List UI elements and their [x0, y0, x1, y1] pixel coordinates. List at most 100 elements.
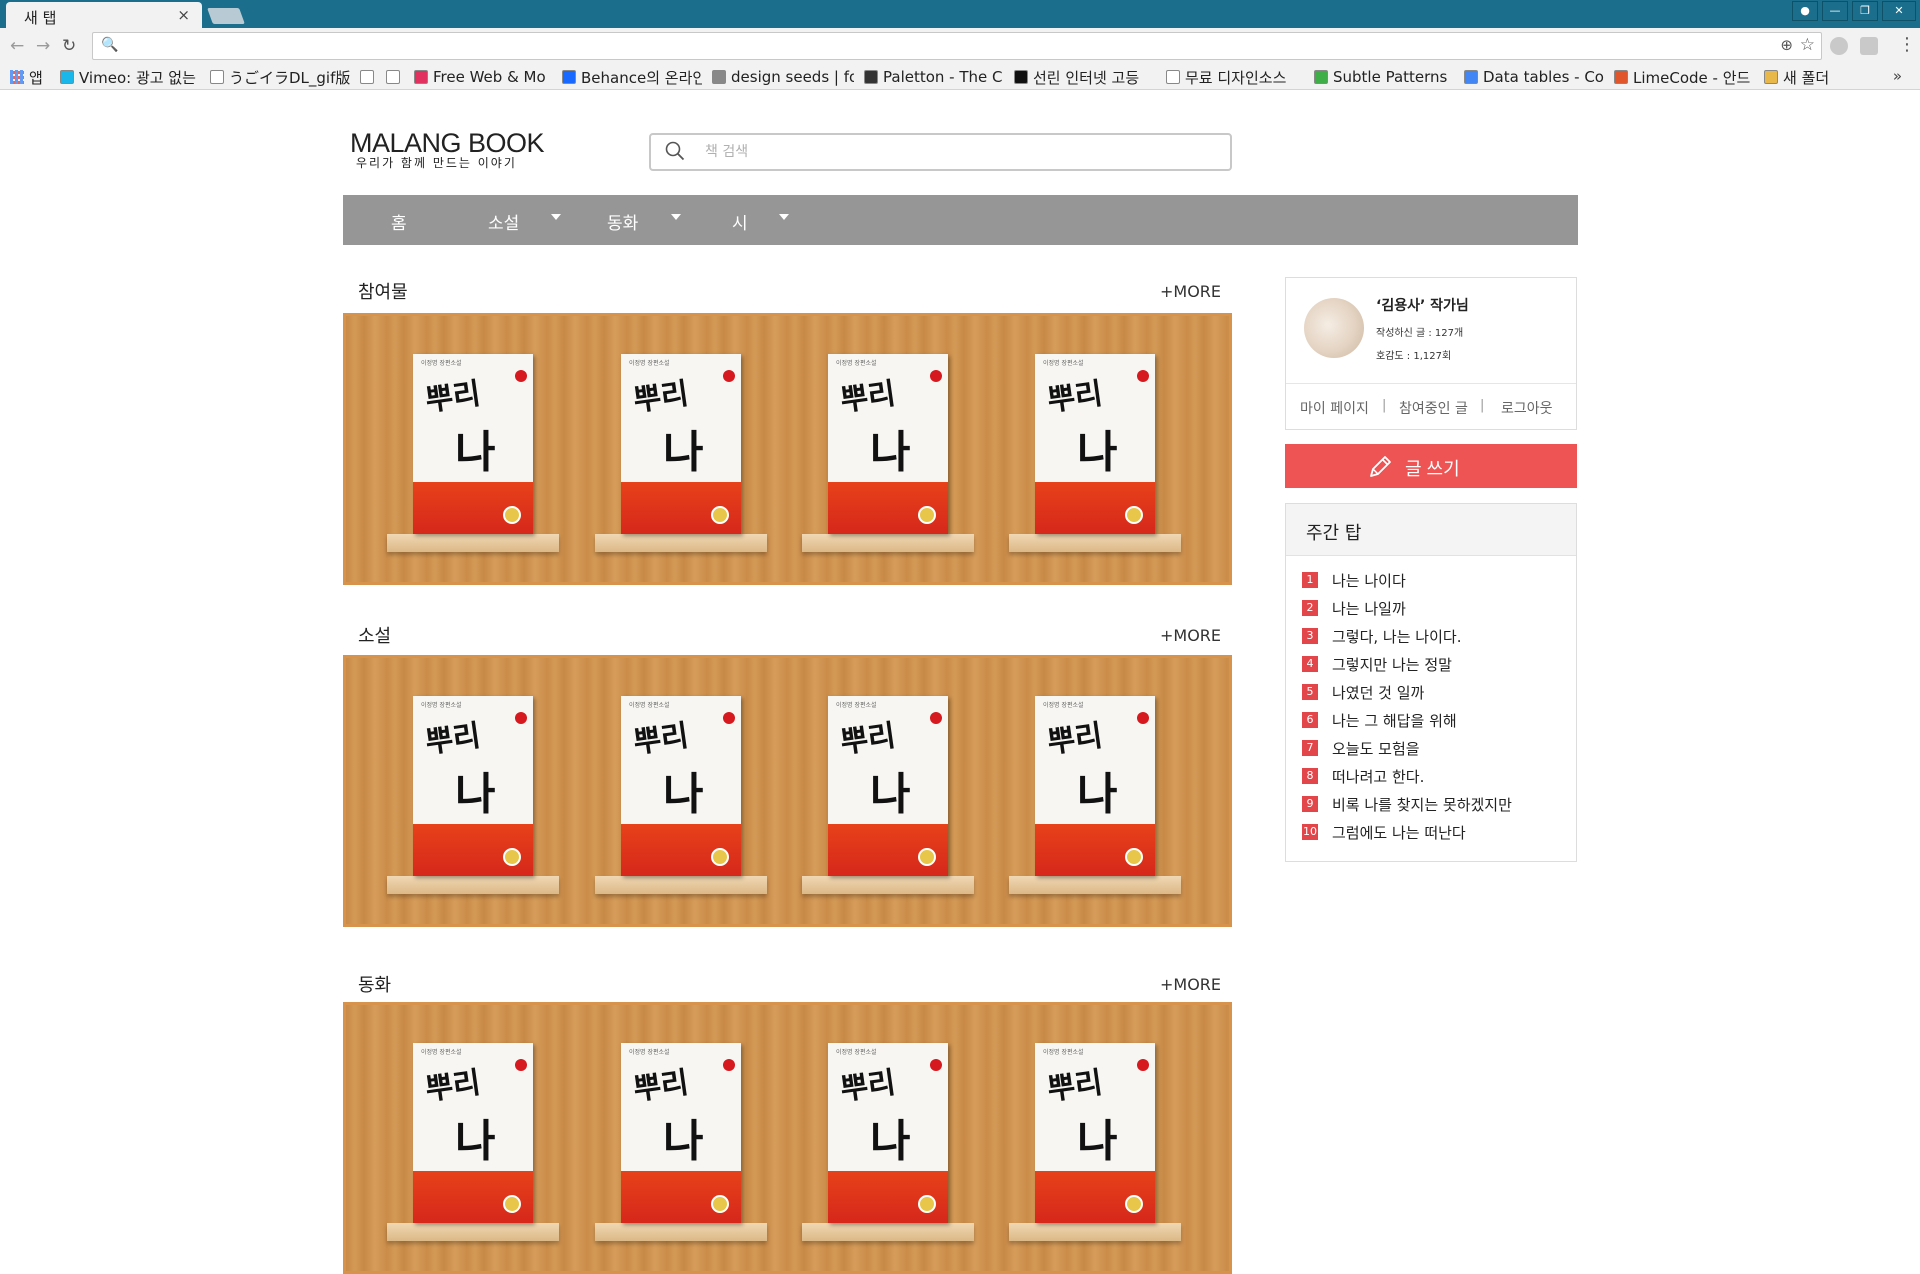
- browser-menu-icon[interactable]: ⋮: [1898, 34, 1916, 55]
- written-count: 작성하신 글 : 127개: [1376, 328, 1464, 339]
- search-input[interactable]: [705, 141, 1205, 163]
- list-item[interactable]: 2 나는 나일까: [1302, 598, 1562, 618]
- more-link[interactable]: +MORE: [1160, 282, 1221, 301]
- more-link[interactable]: +MORE: [1160, 975, 1221, 994]
- extension-t-icon[interactable]: [1860, 37, 1878, 55]
- site-logo[interactable]: MALANG BOOK 우리가 함께 만드는 이야기: [350, 128, 545, 171]
- extension-globe-icon[interactable]: [1830, 37, 1848, 55]
- book-cover[interactable]: 이정명 장편소설뿌리나무: [621, 1043, 741, 1223]
- page-icon: [210, 70, 224, 84]
- bookmark-apps[interactable]: 앱: [10, 67, 50, 87]
- link-separator: |: [1480, 398, 1485, 413]
- restore-icon[interactable]: ❐: [1852, 1, 1878, 21]
- shelf-ledge: [1009, 534, 1181, 552]
- list-item[interactable]: 1 나는 나이다: [1302, 570, 1562, 590]
- book-badge: [930, 712, 942, 724]
- book-badge: [930, 370, 942, 382]
- list-item[interactable]: 4 그렇지만 나는 정말: [1302, 654, 1562, 674]
- bookmark-label: Free Web & Mo: [433, 68, 546, 86]
- bookmark-star-icon[interactable]: ☆: [1800, 35, 1815, 55]
- more-bookmarks-icon[interactable]: »: [1893, 67, 1902, 85]
- browser-toolbar: ← → ↻ 🔍 ⊕ ☆ ⋮: [0, 28, 1920, 64]
- logout-link[interactable]: 로그아웃: [1501, 398, 1553, 418]
- book-cover[interactable]: 이정명 장편소설뿌리나무: [621, 354, 741, 534]
- bookmark-item[interactable]: Data tables - Co: [1464, 67, 1604, 87]
- book-cover[interactable]: 이정명 장편소설뿌리나무: [1035, 1043, 1155, 1223]
- bookmark-item[interactable]: Vimeo: 광고 없는: [60, 67, 200, 87]
- book-cover[interactable]: 이정명 장편소설뿌리나무: [413, 1043, 533, 1223]
- book-cover[interactable]: 이정명 장편소설뿌리나무: [413, 354, 533, 534]
- reload-icon[interactable]: ↻: [62, 36, 76, 56]
- back-icon[interactable]: ←: [10, 36, 24, 56]
- book-author-text: 이정명 장편소설: [836, 1049, 877, 1056]
- bookmark-item[interactable]: Free Web & Mo: [414, 67, 552, 87]
- address-bar[interactable]: 🔍 ⊕ ☆: [92, 32, 1822, 60]
- list-item[interactable]: 7 오늘도 모험을: [1302, 738, 1562, 758]
- likes-count: 호감도 : 1,127회: [1376, 351, 1452, 362]
- search-icon[interactable]: [665, 141, 685, 161]
- bookmark-item[interactable]: [360, 67, 378, 87]
- poem-caret-icon[interactable]: [779, 214, 789, 220]
- nav-item-novel[interactable]: 소설: [488, 209, 519, 234]
- zoom-icon[interactable]: ⊕: [1780, 36, 1793, 54]
- folder-icon: [1764, 70, 1778, 84]
- shelf-ledge: [802, 1223, 974, 1241]
- book-cover[interactable]: 이정명 장편소설뿌리나무: [828, 696, 948, 876]
- book-cover[interactable]: 이정명 장편소설뿌리나무: [621, 696, 741, 876]
- bookmark-item[interactable]: Subtle Patterns: [1314, 67, 1454, 87]
- bookmark-label: Vimeo: 광고 없는: [79, 68, 196, 87]
- more-link[interactable]: +MORE: [1160, 626, 1221, 645]
- book-badge: [1137, 1059, 1149, 1071]
- profile-icon[interactable]: ●: [1792, 1, 1818, 21]
- forward-icon[interactable]: →: [36, 36, 50, 56]
- cover-seal-icon: [918, 506, 936, 524]
- book-cover[interactable]: 이정명 장편소설뿌리나무: [1035, 696, 1155, 876]
- tab-close-icon[interactable]: ×: [177, 6, 190, 24]
- shelf-ledge: [802, 876, 974, 894]
- bookmark-item[interactable]: [386, 67, 404, 87]
- list-item[interactable]: 9 비록 나를 찾지는 못하겠지만: [1302, 794, 1562, 814]
- bookmark-item[interactable]: LimeCode - 안드: [1614, 67, 1754, 87]
- list-item[interactable]: 10 그럼에도 나는 떠난다: [1302, 822, 1562, 842]
- novel-caret-icon[interactable]: [551, 214, 561, 220]
- bookmark-item[interactable]: design seeds | fo: [712, 67, 854, 87]
- list-item[interactable]: 8 떠나려고 한다.: [1302, 766, 1562, 786]
- write-button[interactable]: 글 쓰기: [1285, 444, 1577, 488]
- book-author-text: 이정명 장편소설: [836, 702, 877, 709]
- list-item[interactable]: 6 나는 그 해답을 위해: [1302, 710, 1562, 730]
- bookmark-item[interactable]: うごイラDL_gif版: [210, 67, 350, 87]
- book-author-text: 이정명 장편소설: [421, 702, 462, 709]
- book-title-line1: 뿌리: [838, 376, 898, 419]
- book-cover[interactable]: 이정명 장편소설뿌리나무: [828, 354, 948, 534]
- bookmark-label: Subtle Patterns: [1333, 68, 1448, 86]
- nav-item-home[interactable]: 홈: [391, 209, 407, 234]
- bookmark-label: LimeCode - 안드: [1633, 68, 1751, 87]
- nav-item-poem[interactable]: 시: [732, 209, 748, 234]
- minimize-icon[interactable]: —: [1822, 1, 1848, 21]
- my-page-link[interactable]: 마이 페이지: [1300, 398, 1369, 418]
- list-item[interactable]: 5 나였던 것 일까: [1302, 682, 1562, 702]
- bookmark-item[interactable]: Behance의 온라인: [562, 67, 702, 87]
- list-item[interactable]: 3 그렇다, 나는 나이다.: [1302, 626, 1562, 646]
- book-badge: [723, 712, 735, 724]
- bookmark-item[interactable]: 무료 디자인소스: [1166, 67, 1304, 87]
- book-cover[interactable]: 이정명 장편소설뿌리나무: [1035, 354, 1155, 534]
- bookmark-item[interactable]: 새 폴더: [1764, 67, 1856, 87]
- book-author-text: 이정명 장편소설: [629, 360, 670, 367]
- bookmark-label: Behance의 온라인: [581, 68, 702, 87]
- book-cover[interactable]: 이정명 장편소설뿌리나무: [413, 696, 533, 876]
- bookmark-item[interactable]: 선린 인터넷 고등: [1014, 67, 1154, 87]
- weekly-title: 주간 탑: [1306, 523, 1362, 544]
- new-tab-button[interactable]: [207, 8, 245, 24]
- apps-grid-icon: [10, 70, 24, 84]
- book-badge: [723, 1059, 735, 1071]
- link-separator: |: [1382, 398, 1387, 413]
- book-cover[interactable]: 이정명 장편소설뿌리나무: [828, 1043, 948, 1223]
- close-window-icon[interactable]: ✕: [1882, 1, 1916, 21]
- nav-item-fairytale[interactable]: 동화: [607, 209, 638, 234]
- participating-link[interactable]: 참여중인 글: [1399, 398, 1468, 418]
- bookmark-item[interactable]: Paletton - The C: [864, 67, 1004, 87]
- browser-tab[interactable]: 새 탭 ×: [6, 2, 202, 29]
- avatar[interactable]: [1304, 298, 1364, 358]
- fairytale-caret-icon[interactable]: [671, 214, 681, 220]
